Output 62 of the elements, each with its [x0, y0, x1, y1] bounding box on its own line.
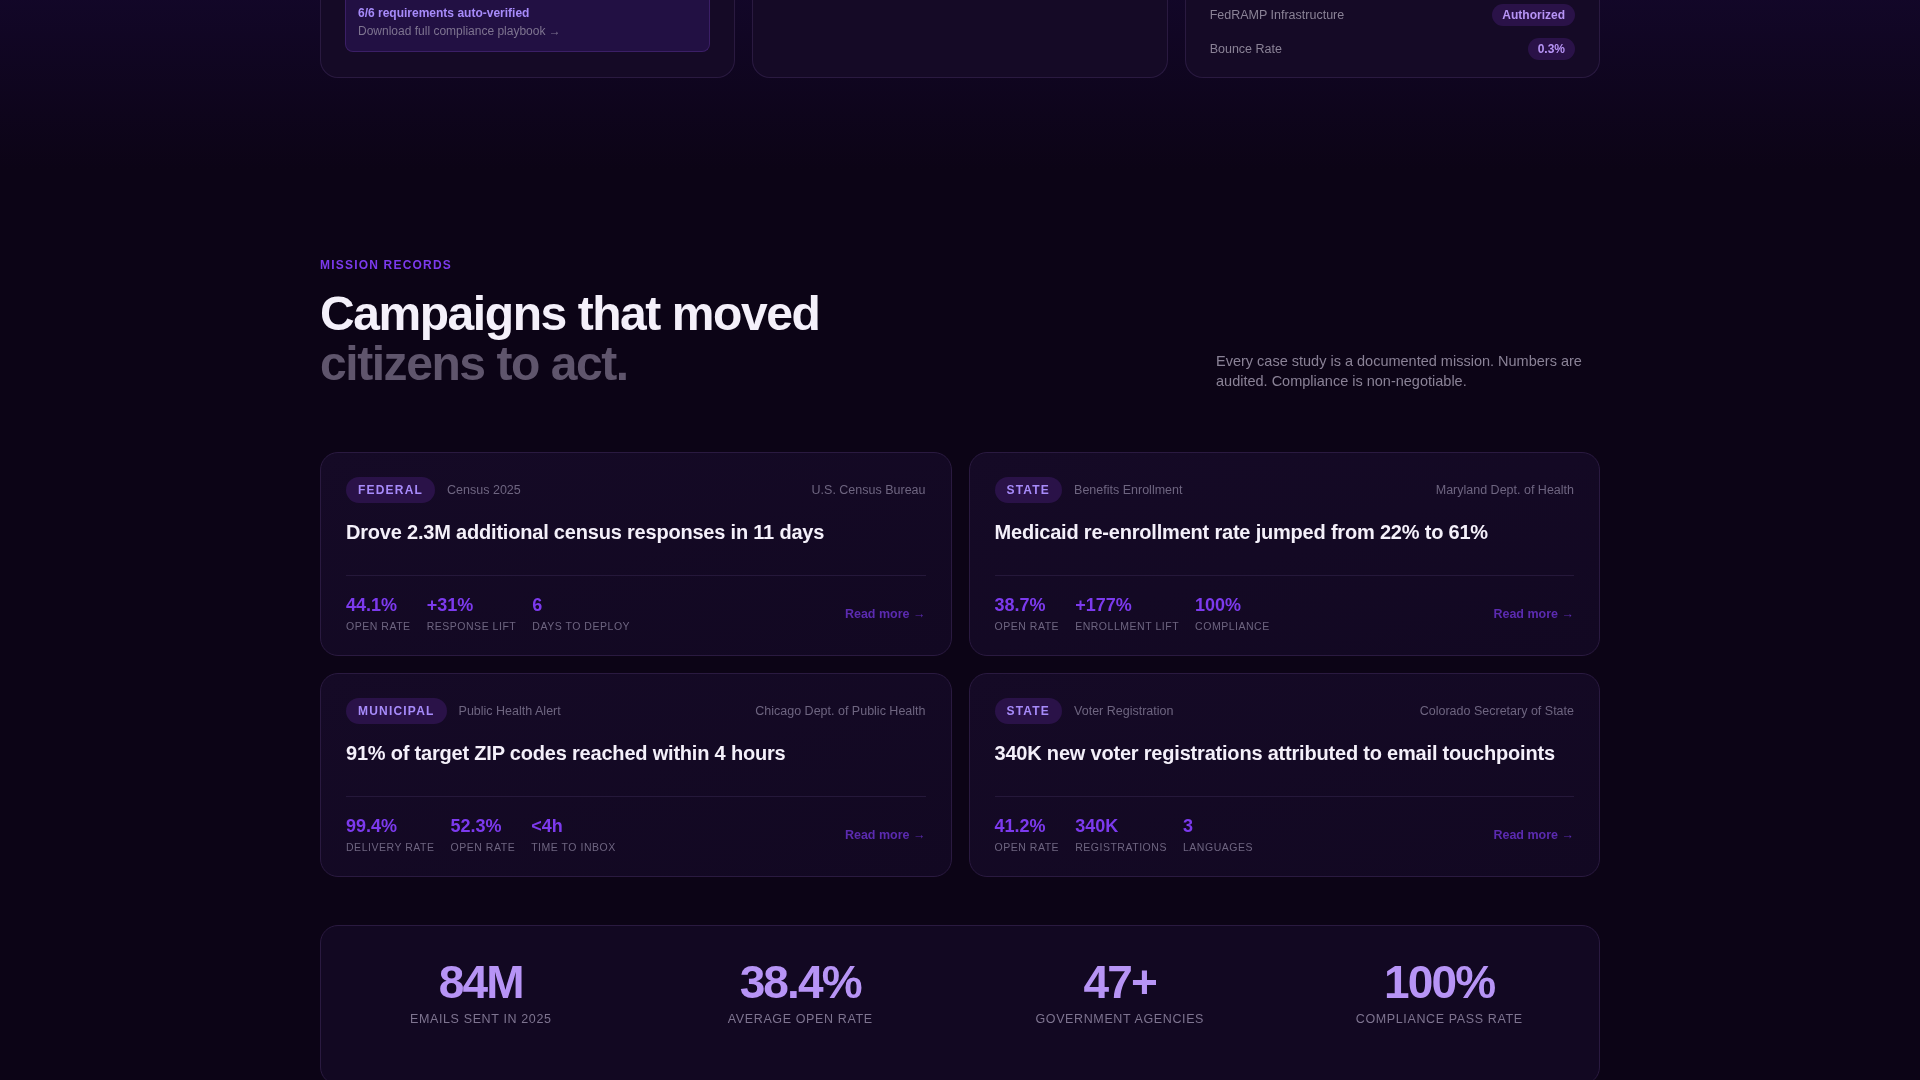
program-name: Voter Registration [1074, 702, 1174, 720]
status-badge: 0.3% [1527, 38, 1575, 60]
total-label: GOVERNMENT AGENCIES [1035, 1011, 1205, 1028]
stat-value: <4h [531, 815, 564, 837]
stat-value: +31% [426, 594, 475, 616]
section-eyebrow: MISSION RECORDS [320, 257, 453, 274]
stat-value: 3 [1182, 815, 1194, 837]
section-heading: Campaigns that moved [320, 289, 820, 339]
total-label: EMAILS SENT IN 2025 [409, 1011, 552, 1028]
total-label: COMPLIANCE PASS RATE [1355, 1011, 1523, 1028]
total-value: 38.4% [739, 956, 861, 1008]
case-title: Drove 2.3M additional census responses in 11 days [346, 520, 826, 545]
status-badge: Authorized [1492, 4, 1575, 26]
stat-label: DAYS TO DEPLOY [532, 619, 631, 634]
playbook-link[interactable]: Download full compliance playbook → [358, 24, 698, 38]
total-value: 84M [438, 956, 523, 1008]
case-title: Medicaid re-enrollment rate jumped from 22% to 61% [994, 520, 1489, 545]
program-name: Benefits Enrollment [1074, 481, 1183, 499]
agency-name: Colorado Secretary of State [1419, 702, 1574, 720]
stat-value: 52.3% [450, 815, 503, 837]
read-more-link[interactable]: Read more → [844, 605, 926, 624]
stat-label: OPEN RATE [450, 840, 516, 855]
stat-value: 44.1% [346, 594, 399, 616]
row-label: FedRAMP Infrastructure [1209, 6, 1345, 24]
stat-label: RESPONSE LIFT [426, 619, 517, 634]
stat-label: COMPLIANCE [1195, 619, 1270, 634]
stat-label: ENROLLMENT LIFT [1075, 619, 1180, 634]
section-description: Every case study is a documented mission. Numbers are audited. Compliance is non-negotiable. [1216, 352, 1583, 391]
program-name: Census 2025 [447, 481, 521, 499]
total-value: 100% [1384, 956, 1495, 1008]
stat-label: DELIVERY RATE [346, 840, 435, 855]
agency-name: Chicago Dept. of Public Health [755, 702, 926, 720]
program-name: Public Health Alert [458, 702, 561, 720]
stat-label: OPEN RATE [994, 619, 1060, 634]
row-label: Bounce Rate [1209, 40, 1282, 58]
read-more-link[interactable]: Read more → [844, 826, 926, 845]
verification-status: 6/6 requirements auto-verified [358, 6, 531, 20]
stat-value: 100% [1195, 594, 1243, 616]
read-more-link[interactable]: Read more → [1493, 826, 1574, 845]
read-more-link[interactable]: Read more → [1493, 605, 1574, 624]
category-tag: STATE [994, 698, 1063, 724]
case-title: 340K new voter registrations attributed to email touchpoints [994, 741, 1556, 766]
stat-label: OPEN RATE [346, 619, 411, 634]
category-tag: MUNICIPAL [346, 698, 447, 724]
section-heading-muted: citizens to act. [320, 339, 629, 389]
stat-label: OPEN RATE [994, 840, 1060, 855]
stat-label: LANGUAGES [1182, 840, 1254, 855]
agency-name: U.S. Census Bureau [811, 481, 926, 499]
agency-name: Maryland Dept. of Health [1435, 481, 1574, 499]
stat-value: 41.2% [994, 815, 1047, 837]
total-value: 47+ [1083, 956, 1156, 1008]
category-tag: FEDERAL [346, 477, 436, 503]
stat-value: 99.4% [346, 815, 399, 837]
stat-value: 6 [532, 594, 544, 616]
stat-value: 38.7% [994, 594, 1047, 616]
category-tag: STATE [994, 477, 1063, 503]
stat-label: TIME TO INBOX [531, 840, 616, 855]
stat-value: +177% [1075, 594, 1133, 616]
case-title: 91% of target ZIP codes reached within 4 hours [346, 741, 787, 766]
stat-value: 340K [1075, 815, 1120, 837]
stat-label: REGISTRATIONS [1075, 840, 1167, 855]
total-label: AVERAGE OPEN RATE [727, 1011, 873, 1028]
